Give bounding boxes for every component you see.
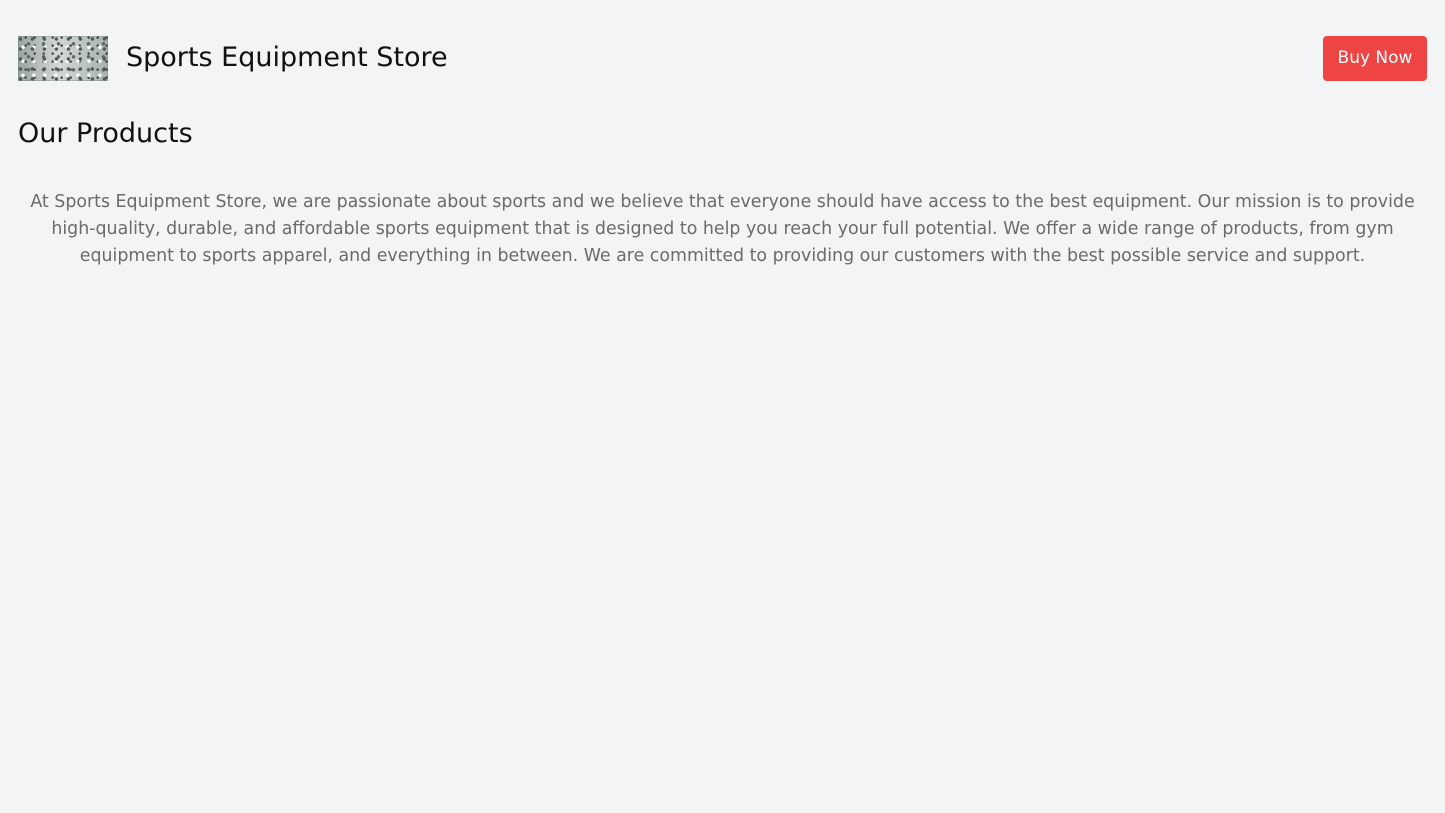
site-header: Sports Equipment Store Buy Now [18, 36, 1427, 81]
logo-image [18, 36, 108, 81]
products-heading: Our Products [18, 118, 193, 149]
buy-now-button[interactable]: Buy Now [1323, 36, 1427, 81]
store-description: At Sports Equipment Store, we are passio… [30, 192, 1415, 266]
store-title: Sports Equipment Store [126, 42, 448, 73]
